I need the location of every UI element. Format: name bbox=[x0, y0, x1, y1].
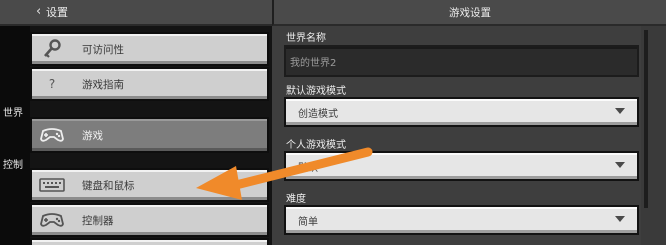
sidebar-item-game[interactable]: 游戏 bbox=[30, 117, 269, 153]
sidebar-item-label: 键盘和鼠标 bbox=[82, 179, 135, 192]
dropdown-value: 创造模式 bbox=[298, 108, 338, 120]
dropdown-value: 默认 bbox=[298, 162, 318, 174]
chevron-down-icon bbox=[615, 108, 625, 114]
keyboard-icon bbox=[32, 178, 72, 192]
back-bar[interactable]: ‹ 设置 bbox=[0, 0, 272, 26]
chevron-down-icon bbox=[615, 216, 625, 222]
sidebar-gutter bbox=[0, 26, 30, 245]
sidebar-item-accessibility[interactable]: 可访问性 bbox=[30, 32, 269, 66]
personal-game-mode-label: 个人游戏模式 bbox=[286, 140, 346, 151]
difficulty-label: 难度 bbox=[286, 194, 306, 205]
top-bar: ‹ 设置 游戏设置 bbox=[0, 0, 666, 26]
sidebar-item-keyboard-mouse[interactable]: 键盘和鼠标 bbox=[30, 168, 269, 202]
sidebar-item-label: 控制器 bbox=[82, 214, 114, 227]
world-name-label: 世界名称 bbox=[286, 33, 326, 44]
section-title-controls: 控制 bbox=[3, 160, 23, 171]
sidebar-item-partial[interactable] bbox=[30, 238, 269, 245]
sidebar-item-label: 游戏指南 bbox=[82, 78, 124, 91]
default-game-mode-dropdown[interactable]: 创造模式 bbox=[284, 97, 639, 127]
gamepad-icon bbox=[32, 211, 72, 229]
world-name-input[interactable]: 我的世界2 bbox=[284, 45, 639, 77]
gamepad-icon bbox=[32, 126, 72, 144]
sidebar-item-controller[interactable]: 控制器 bbox=[30, 203, 269, 237]
default-game-mode-label: 默认游戏模式 bbox=[286, 86, 346, 97]
sidebar-item-game-guide[interactable]: ? 游戏指南 bbox=[30, 67, 269, 101]
back-label[interactable]: 设置 bbox=[46, 4, 68, 20]
chevron-down-icon bbox=[615, 162, 625, 168]
chevron-left-icon[interactable]: ‹ bbox=[36, 4, 41, 19]
sidebar-item-label: 游戏 bbox=[82, 129, 103, 142]
key-icon bbox=[32, 38, 72, 60]
page-title: 游戏设置 bbox=[272, 0, 666, 26]
sidebar-item-label: 可访问性 bbox=[82, 43, 124, 56]
scrollbar-thumb[interactable] bbox=[644, 30, 648, 208]
personal-game-mode-dropdown[interactable]: 默认 bbox=[284, 151, 639, 181]
question-icon: ? bbox=[48, 77, 56, 91]
difficulty-dropdown[interactable]: 简单 bbox=[284, 205, 639, 235]
section-title-world: 世界 bbox=[3, 108, 23, 119]
dropdown-value: 简单 bbox=[298, 216, 318, 228]
